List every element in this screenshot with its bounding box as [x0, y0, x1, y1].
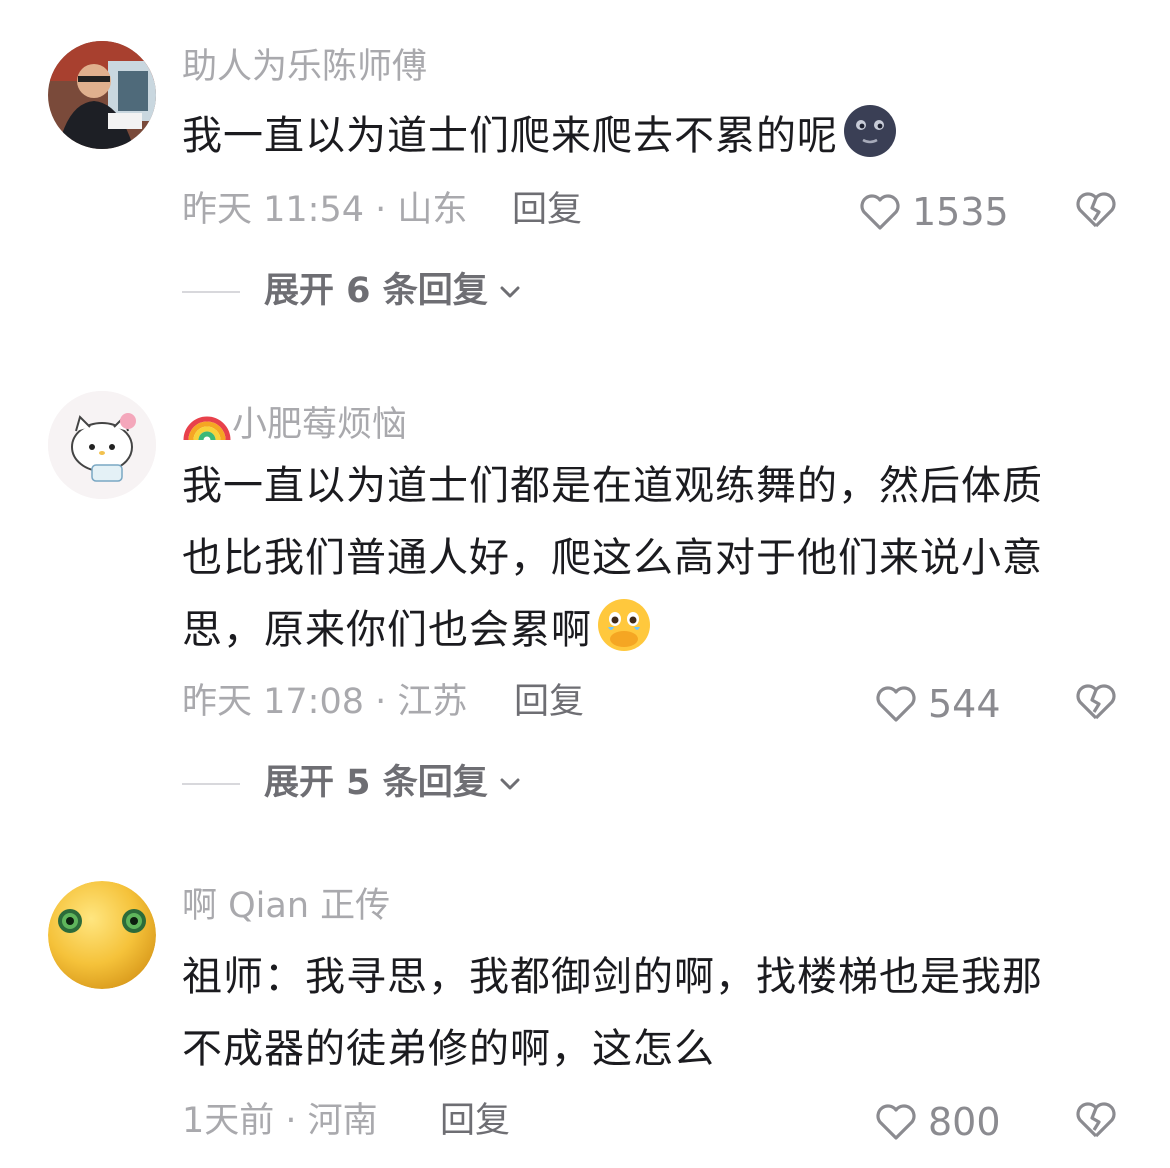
reply-button[interactable]: 回复 [440, 1104, 510, 1139]
comment-text-line: 祖师：我寻思，我都御剑的啊，找楼梯也是我那 [182, 954, 1043, 1000]
username[interactable]: 小肥莓烦恼 [182, 396, 407, 443]
like-button[interactable]: 800 [872, 1098, 1001, 1146]
reply-button[interactable]: 回复 [512, 193, 582, 228]
chevron-down-icon [500, 778, 520, 789]
expand-replies-label: 展开 5 条回复 [264, 763, 488, 803]
expand-replies-button[interactable]: 展开 5 条回复 [182, 766, 524, 801]
rainbow-emoji [182, 396, 232, 442]
like-button[interactable]: 544 [872, 680, 1001, 728]
like-count: 544 [928, 682, 1001, 726]
expand-replies-label: 展开 6 条回复 [264, 271, 488, 311]
comment-text-line: 我一直以为道士们都是在道观练舞的，然后体质 [182, 463, 1043, 509]
moon-face-emoji [842, 103, 898, 159]
expand-replies-button[interactable]: 展开 6 条回复 [182, 274, 524, 309]
broken-heart-outline-icon [1076, 192, 1116, 228]
expand-divider [182, 290, 240, 293]
heart-outline-icon [860, 194, 900, 230]
comment-meta: 1天前 · 河南 [182, 1101, 378, 1141]
like-count: 1535 [912, 190, 1009, 234]
broken-heart-outline-icon [1076, 684, 1116, 720]
comment-text-line: 也比我们普通人好，爬这么高对于他们来说小意 [182, 535, 1043, 581]
broken-heart-outline-icon [1076, 1102, 1116, 1138]
holding-back-tears-emoji [596, 597, 652, 653]
dislike-button[interactable] [1072, 186, 1120, 234]
like-count: 800 [928, 1100, 1001, 1144]
comment-text-line: 不成器的徒弟修的啊，这怎么 [182, 1026, 715, 1072]
comment-text-line: 我一直以为道士们爬来爬去不累的呢 [182, 100, 1112, 172]
dislike-button[interactable] [1072, 1096, 1120, 1144]
username[interactable]: 助人为乐陈师傅 [182, 50, 427, 85]
comment-text: 祖师：我寻思，我都御剑的啊，找楼梯也是我那 不成器的徒弟修的啊，这怎么 [182, 941, 1112, 1085]
comment-text: 我一直以为道士们爬来爬去不累的呢 [182, 100, 1112, 172]
like-button[interactable]: 1535 [856, 188, 1009, 236]
chevron-down-icon [500, 286, 520, 297]
comment-text: 我一直以为道士们都是在道观练舞的，然后体质 也比我们普通人好，爬这么高对于他们来… [182, 450, 1112, 666]
avatar[interactable] [48, 881, 156, 989]
avatar[interactable] [48, 41, 156, 149]
avatar[interactable] [48, 391, 156, 499]
comment-meta: 昨天 17:08 · 江苏 [182, 682, 468, 722]
heart-outline-icon [876, 1104, 916, 1140]
comment-text-line: 思，原来你们也会累啊 [182, 594, 1112, 666]
comment-meta: 昨天 11:54 · 山东 [182, 190, 468, 230]
heart-outline-icon [876, 686, 916, 722]
expand-divider [182, 782, 240, 785]
username[interactable]: 啊 Qian 正传 [182, 889, 390, 924]
dislike-button[interactable] [1072, 678, 1120, 726]
reply-button[interactable]: 回复 [514, 685, 584, 720]
